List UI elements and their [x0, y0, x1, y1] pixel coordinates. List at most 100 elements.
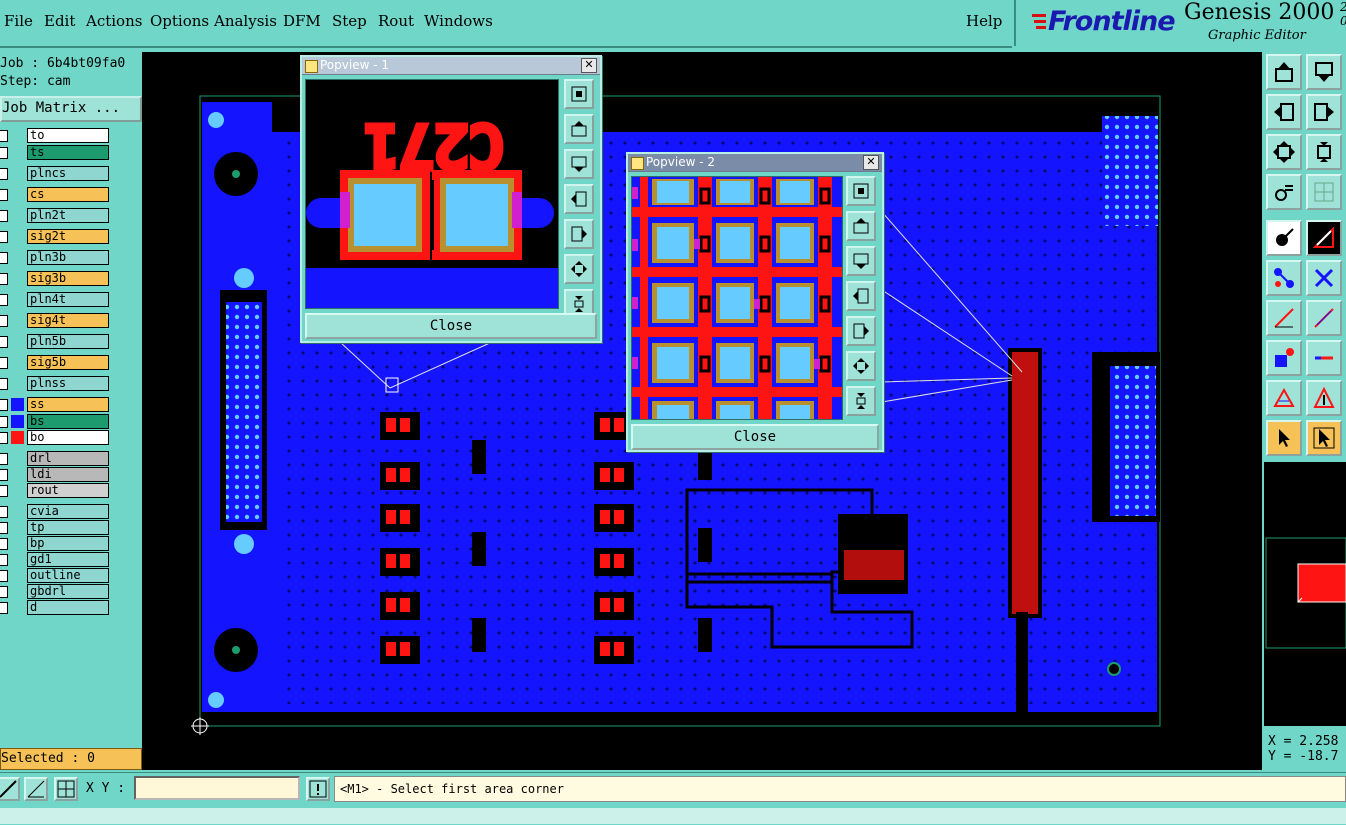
- layer-checkbox[interactable]: [0, 336, 8, 348]
- layer-name[interactable]: ss: [27, 397, 109, 412]
- layer-name[interactable]: d: [27, 600, 109, 615]
- pan-left-icon[interactable]: [1266, 94, 1302, 130]
- layer-name[interactable]: pln4t: [27, 292, 109, 307]
- popview-2-close-icon[interactable]: ✕: [863, 155, 879, 170]
- layer-name[interactable]: cvia: [27, 504, 109, 519]
- layer-name[interactable]: bp: [27, 536, 109, 551]
- menu-rout[interactable]: Rout: [378, 12, 414, 30]
- layer-checkbox[interactable]: [0, 485, 8, 497]
- layer-name[interactable]: gd1: [27, 552, 109, 567]
- layer-checkbox[interactable]: [0, 416, 8, 428]
- measure-angle-icon[interactable]: [24, 777, 48, 801]
- line-angle-icon[interactable]: [1306, 300, 1342, 336]
- cross-nodes-icon[interactable]: [1306, 260, 1342, 296]
- layer-name[interactable]: ldi: [27, 467, 109, 482]
- layer-checkbox[interactable]: [0, 453, 8, 465]
- layer-row-bp[interactable]: bp: [0, 536, 114, 551]
- layer-row-ts[interactable]: ts: [0, 145, 114, 160]
- layer-row-sig3b[interactable]: sig3b: [0, 271, 114, 286]
- pv1-fit-icon[interactable]: [564, 79, 594, 109]
- pad-add-icon[interactable]: [1266, 340, 1302, 376]
- layer-row-outline[interactable]: outline: [0, 568, 114, 583]
- layer-name[interactable]: sig2t: [27, 229, 109, 244]
- zoom-out-icon[interactable]: [1306, 134, 1342, 170]
- layer-name[interactable]: outline: [27, 568, 109, 583]
- layer-row-to[interactable]: to: [0, 128, 114, 143]
- pv2-fit-icon[interactable]: [846, 176, 876, 206]
- layer-row-sig5b[interactable]: sig5b: [0, 355, 114, 370]
- window-menu-icon[interactable]: [631, 157, 644, 170]
- layer-checkbox[interactable]: [0, 506, 8, 518]
- layer-name[interactable]: bo: [27, 430, 109, 445]
- pv2-zoom-out-icon[interactable]: [846, 386, 876, 416]
- layer-row-sig4t[interactable]: sig4t: [0, 313, 114, 328]
- layer-checkbox[interactable]: [0, 252, 8, 264]
- layer-name[interactable]: to: [27, 128, 109, 143]
- window-menu-icon[interactable]: [305, 60, 318, 73]
- layer-checkbox[interactable]: [0, 602, 8, 614]
- layer-row-drl[interactable]: drl: [0, 451, 114, 466]
- pv1-pan-left-icon[interactable]: [564, 184, 594, 214]
- layer-color-swatch[interactable]: [11, 415, 24, 428]
- select-pointer-alt-icon[interactable]: [1306, 420, 1342, 456]
- layer-row-plncs[interactable]: plncs: [0, 166, 114, 181]
- triangle-arrow-icon[interactable]: [1306, 380, 1342, 416]
- layer-row-cs[interactable]: cs: [0, 187, 114, 202]
- layer-row-bo[interactable]: bo: [0, 430, 114, 445]
- layer-name[interactable]: bs: [27, 414, 109, 429]
- layer-checkbox[interactable]: [0, 522, 8, 534]
- layer-checkbox[interactable]: [0, 378, 8, 390]
- minus-line-icon[interactable]: [1306, 340, 1342, 376]
- layer-row-gd1[interactable]: gd1: [0, 552, 114, 567]
- pan-down-icon[interactable]: [1306, 54, 1342, 90]
- alert-icon[interactable]: [306, 777, 330, 801]
- menu-dfm[interactable]: DFM: [283, 12, 321, 30]
- grid-snap-icon[interactable]: [54, 777, 78, 801]
- layer-color-swatch[interactable]: [11, 398, 24, 411]
- layer-name[interactable]: sig3b: [27, 271, 109, 286]
- pv1-pan-right-icon[interactable]: [564, 219, 594, 249]
- layer-name[interactable]: pln2t: [27, 208, 109, 223]
- layer-checkbox[interactable]: [0, 189, 8, 201]
- layer-name[interactable]: gbdrl: [27, 584, 109, 599]
- menu-edit[interactable]: Edit: [44, 12, 75, 30]
- layer-checkbox[interactable]: [0, 147, 8, 159]
- pv1-zoom-in-icon[interactable]: [564, 254, 594, 284]
- layer-row-ldi[interactable]: ldi: [0, 467, 114, 482]
- menu-actions[interactable]: Actions: [86, 12, 142, 30]
- layer-row-ss[interactable]: ss: [0, 397, 114, 412]
- triangle-icon[interactable]: [1266, 380, 1302, 416]
- pan-right-icon[interactable]: [1306, 94, 1342, 130]
- layer-checkbox[interactable]: [0, 294, 8, 306]
- layer-name[interactable]: cs: [27, 187, 109, 202]
- connect-nodes-icon[interactable]: [1266, 260, 1302, 296]
- layer-name[interactable]: plnss: [27, 376, 109, 391]
- menu-file[interactable]: File: [4, 12, 33, 30]
- layer-checkbox[interactable]: [0, 570, 8, 582]
- layer-checkbox[interactable]: [0, 357, 8, 369]
- layer-name[interactable]: rout: [27, 483, 109, 498]
- layer-row-rout[interactable]: rout: [0, 483, 114, 498]
- job-matrix-button[interactable]: Job Matrix ...: [0, 96, 142, 122]
- xy-input[interactable]: [134, 776, 300, 800]
- grid-icon[interactable]: [1306, 174, 1342, 210]
- popview-1-view[interactable]: C271: [305, 79, 559, 309]
- layer-checkbox[interactable]: [0, 315, 8, 327]
- layer-checkbox[interactable]: [0, 210, 8, 222]
- layer-row-gbdrl[interactable]: gbdrl: [0, 584, 114, 599]
- menu-options[interactable]: Options: [150, 12, 209, 30]
- menu-step[interactable]: Step: [332, 12, 367, 30]
- layer-checkbox[interactable]: [0, 130, 8, 142]
- layer-checkbox[interactable]: [0, 432, 8, 444]
- pv2-pan-right-icon[interactable]: [846, 316, 876, 346]
- zoom-in-icon[interactable]: [1266, 134, 1302, 170]
- layer-name[interactable]: plncs: [27, 166, 109, 181]
- layer-checkbox[interactable]: [0, 231, 8, 243]
- menu-help[interactable]: Help: [966, 12, 1002, 30]
- popview-1-window[interactable]: Popview - 1 ✕ C271 Close: [300, 55, 602, 343]
- layer-row-d[interactable]: d: [0, 600, 114, 615]
- layer-row-cvia[interactable]: cvia: [0, 504, 114, 519]
- layer-color-swatch[interactable]: [11, 431, 24, 444]
- pv1-pan-up-icon[interactable]: [564, 114, 594, 144]
- popview-2-window[interactable]: Popview - 2 ✕ Close: [626, 152, 884, 452]
